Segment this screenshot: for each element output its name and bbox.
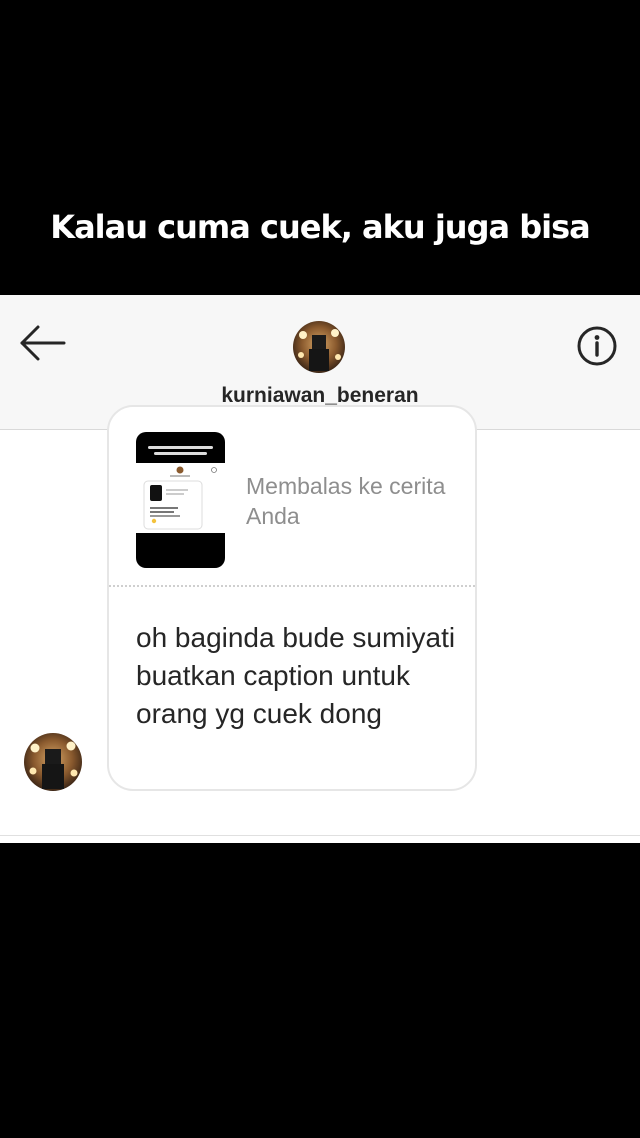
meme-bottom-panel [0,843,640,1138]
message-text: oh baginda bude sumiyati buatkan caption… [136,622,456,729]
avatar[interactable] [293,321,345,373]
dm-screenshot: kurniawan_beneran Membalas ke cerita And… [0,295,640,843]
story-thumbnail-caption-art [142,445,219,462]
info-circle-icon [577,326,617,366]
info-button[interactable] [574,323,620,369]
arrow-left-icon [20,325,66,361]
meme-top-panel [0,0,640,295]
profile-photo-icon [24,733,82,791]
back-button[interactable] [18,323,68,363]
composer-divider [0,835,640,836]
message-bubble[interactable]: Membalas ke cerita Anda oh baginda bude … [107,405,477,791]
sender-avatar[interactable] [24,733,82,791]
reply-to-story-label: Membalas ke cerita Anda [246,473,446,529]
meme-headline: Kalau cuma cuek, aku juga bisa [50,208,590,246]
profile-photo-icon [293,321,345,373]
story-thumbnail-screen [136,463,225,533]
bubble-divider [109,585,475,587]
story-thumbnail[interactable] [136,432,225,568]
